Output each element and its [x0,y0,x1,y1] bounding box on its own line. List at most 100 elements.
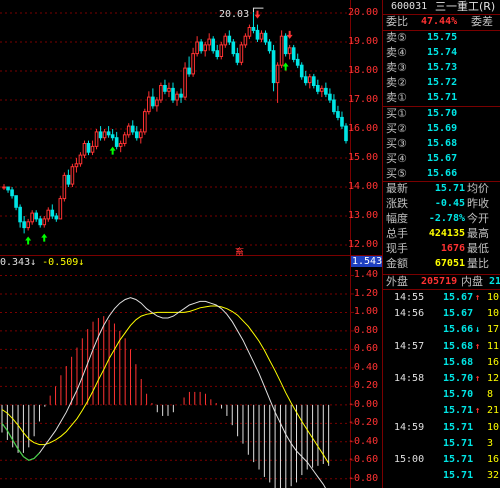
price-tick-label: 13.00 [348,210,379,221]
tick-row: 15.71 3 [383,437,500,451]
tick-price: 15.71 [443,437,474,449]
tick-row: 15.68 16 [383,356,500,370]
tick-row: 15.71 32 [383,469,500,483]
candle-body [2,186,6,189]
macd-tick-label: -0.60 [348,454,379,466]
candle-body [267,41,272,52]
stat-label: 现手 [386,242,408,255]
buy-label: 买② [386,122,407,135]
candle-body [102,131,107,139]
macd-tick-label: 0.80 [353,324,378,336]
macd-tick-label: 0.20 [353,380,378,392]
candle-body [106,131,111,136]
price-tick-label: 14.00 [348,181,379,192]
high-price-annotation: 20.03 [219,9,250,20]
buy-price: 15.70 [427,108,458,119]
tick-volume: 11 [487,340,500,352]
candle-body [98,131,103,139]
candle-body [122,134,127,145]
tick-volume: 32 [487,470,500,482]
dif-value: 0.343↓ [0,257,37,268]
candle-body [255,29,260,40]
candle-body [155,99,159,107]
candle-body [299,64,304,78]
stat-value: 1676 [440,243,465,254]
candle-body [86,143,91,153]
price-tick-label: 20.00 [348,7,379,18]
tick-row: 14:58 15.70 ↑ 12 [383,372,500,386]
candle-body [235,53,240,63]
stat-row: 金额 67051 量比 [383,257,500,271]
candle-body [62,174,67,200]
stat-value: 67051 [434,258,465,269]
candle-body [179,93,183,98]
candle-body [114,137,119,147]
candle-body [247,27,252,37]
buy-row: 买② 15.69 [383,122,500,136]
buy-signal-arrow [41,233,48,242]
macd-header: 0.343↓ -0.509↓ [0,257,84,268]
stat-label-2: 最高 [467,227,489,240]
stat-label: 最新 [386,182,408,195]
stat-row: 总手 424135 最高 [383,227,500,241]
candle-body [163,85,167,92]
price-tick-label: 17.00 [348,94,379,105]
outer-inner-row: 外盘 205719 内盘 21 [383,275,500,289]
stat-row: 最新 15.71 均价 [383,182,500,196]
stat-label: 涨跌 [386,197,408,210]
candle-body [311,76,316,87]
stat-value: 424135 [428,228,465,239]
candle-body [291,47,296,60]
buy-signal-arrow [25,236,32,245]
chart-area[interactable]: 20.00 19.00 18.00 17.00 16.00 15.00 14.00 13.00… [0,0,382,488]
stat-row: 幅度 -2.78% 今开 [383,212,500,226]
tick-volume: 3 [487,437,494,449]
candle-body [251,27,256,31]
tick-arrow: ↑ [475,406,481,417]
sell-label: 卖② [386,76,407,89]
dif-line [1,297,327,488]
candle-body [275,64,280,84]
candle-body [159,85,163,101]
price-tick-label: 16.00 [348,123,379,134]
tick-row: 15.71 ↑ 21 [383,404,500,418]
candle-body [239,44,244,63]
kline-chart[interactable] [0,0,382,488]
candle-body [82,143,87,156]
price-tick-label: 18.00 [348,65,379,76]
tick-arrow: ↓ [475,325,481,336]
candle-body [211,38,216,52]
candle-body [151,96,155,107]
tick-price: 15.71 [443,421,474,433]
sell-row: 卖⑤ 15.75 [383,31,500,45]
candle-body [18,206,22,223]
outer-value: 205719 [421,276,458,287]
candle-body [324,87,328,95]
candle-body [171,87,175,101]
tick-row: 14:55 15.67 ↑ 10 [383,291,500,305]
candle-body [134,131,139,139]
tick-arrow: ↑ [475,341,481,352]
sell-row: 卖③ 15.73 [383,61,500,75]
macd-tick-label: -0.00 [348,398,379,410]
candle-body [90,145,95,153]
candle-body [175,93,179,101]
stat-label: 幅度 [386,212,408,225]
candle-body [94,131,99,147]
tick-arrow: ↑ [475,293,481,303]
stat-label-2: 今开 [467,212,489,225]
candle-body [295,58,300,66]
candle-body [336,111,340,118]
candle-body [271,50,276,84]
tick-row: 14:59 15.71 10 [383,421,500,435]
tick-row: 15.70 8 [383,388,500,402]
tick-volume: 16 [487,356,500,368]
stock-header: 600031 三一重工(R) [383,0,500,14]
divider [383,289,500,290]
tick-volume: 10 [487,421,500,433]
buy-signal-arrow [282,62,289,71]
sell-price: 15.73 [427,62,458,73]
candle-body [259,32,264,40]
candle-body [223,35,228,46]
tick-time: 14:58 [394,373,425,384]
